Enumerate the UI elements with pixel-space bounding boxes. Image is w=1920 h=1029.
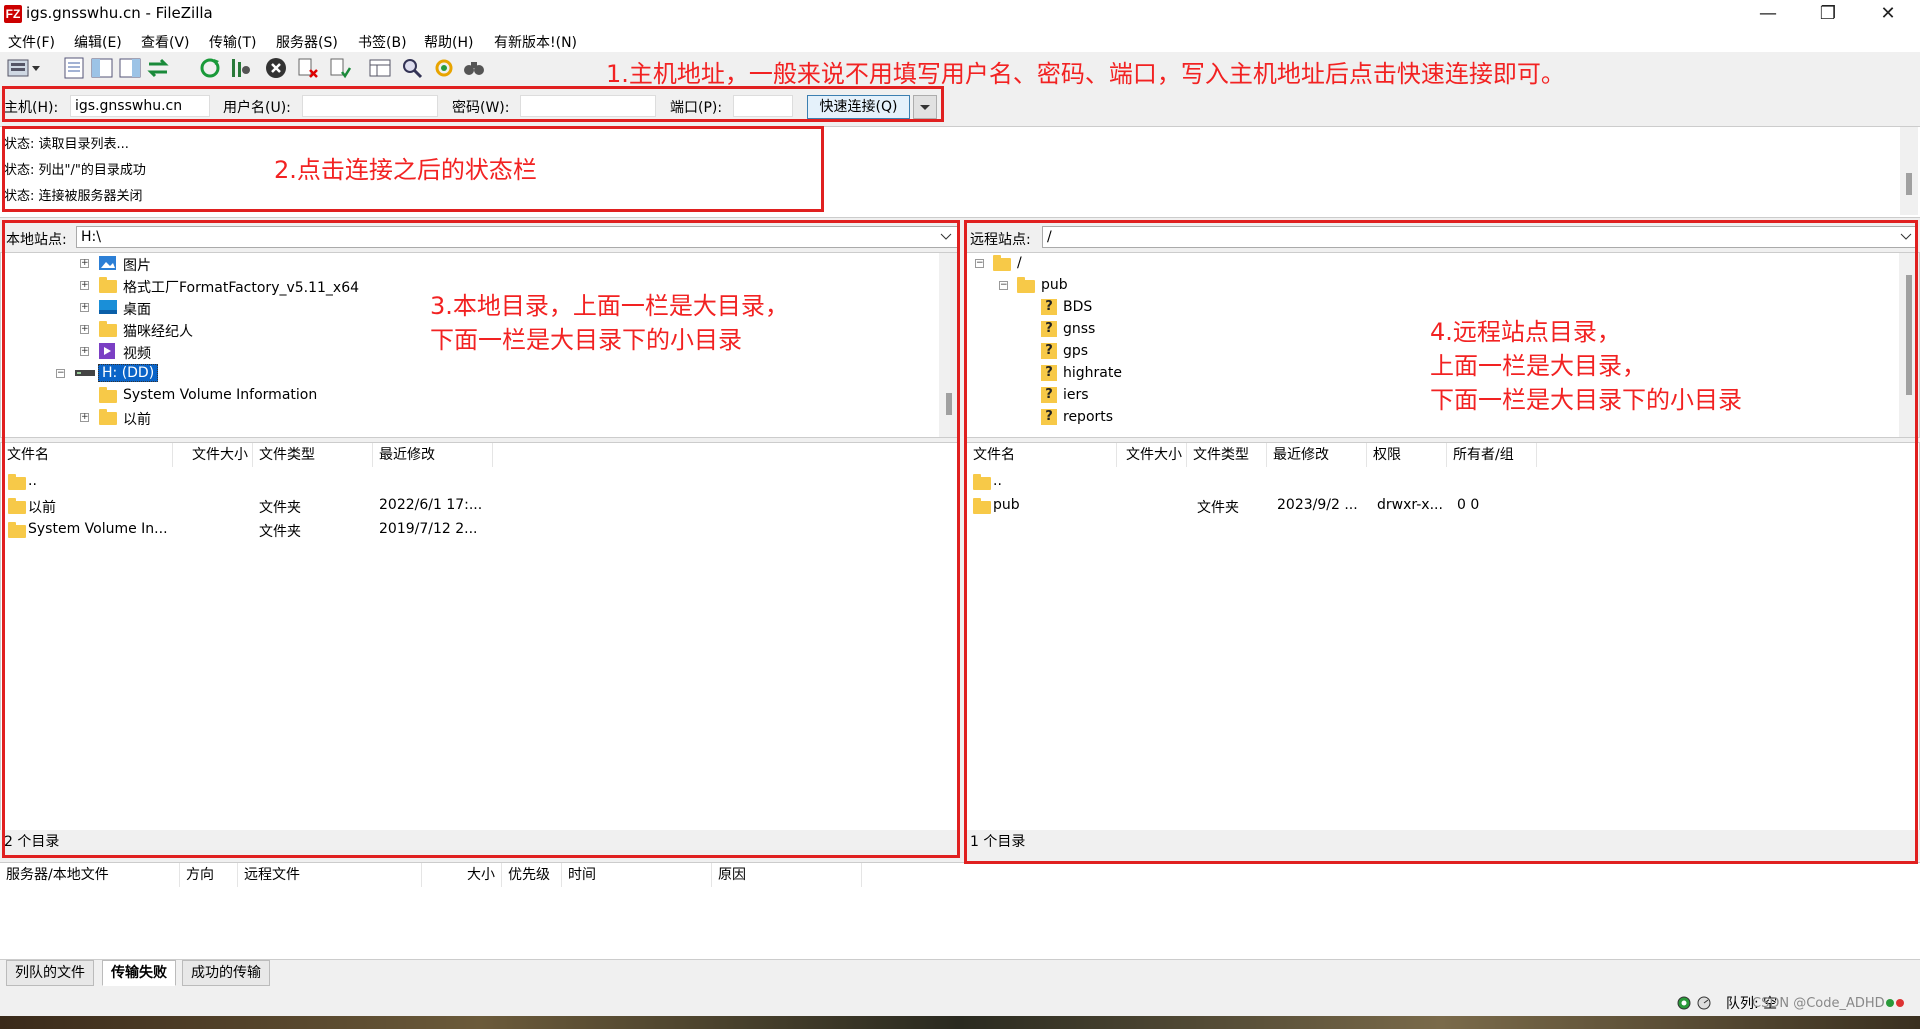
menu-new-version[interactable]: 有新版本!(N)	[494, 32, 577, 52]
col-time[interactable]: 时间	[562, 863, 712, 887]
menu-transfer[interactable]: 传输(T)	[209, 32, 256, 52]
gear-icon[interactable]	[1676, 995, 1692, 1011]
cancel-operation-icon[interactable]	[264, 56, 288, 80]
filezilla-app-icon: FZ	[4, 5, 22, 23]
annotation-2: 2.点击连接之后的状态栏	[274, 156, 537, 184]
col-size[interactable]: 大小	[422, 863, 502, 887]
toggle-queue-icon[interactable]	[146, 56, 170, 80]
annotation-4-line2: 上面一栏是大目录，	[1430, 352, 1646, 380]
process-queue-icon[interactable]	[228, 56, 252, 80]
maximize-button[interactable]: ❐	[1800, 0, 1856, 28]
menu-help[interactable]: 帮助(H)	[424, 32, 473, 52]
menu-bookmarks[interactable]: 书签(B)	[358, 32, 407, 52]
menu-file[interactable]: 文件(F)	[8, 32, 55, 52]
annotation-4-line3: 下面一栏是大目录下的小目录	[1430, 386, 1742, 414]
window-title: igs.gnsswhu.cn - FileZilla	[26, 4, 213, 22]
tab-queued-files[interactable]: 列队的文件	[6, 960, 94, 986]
close-button[interactable]: ✕	[1860, 0, 1916, 28]
log-scrollbar[interactable]	[1900, 127, 1918, 215]
desktop-strip	[0, 1016, 1920, 1029]
title-bar: FZ igs.gnsswhu.cn - FileZilla — ❐ ✕	[0, 0, 1920, 28]
col-reason[interactable]: 原因	[712, 863, 862, 887]
col-direction[interactable]: 方向	[180, 863, 238, 887]
site-manager-icon[interactable]	[6, 56, 42, 80]
directory-listing-filter-icon[interactable]	[368, 56, 392, 80]
refresh-icon[interactable]	[198, 56, 222, 80]
menu-view[interactable]: 查看(V)	[141, 32, 190, 52]
tab-failed-transfers[interactable]: 传输失败	[102, 960, 176, 986]
toggle-local-tree-icon[interactable]	[90, 56, 114, 80]
menu-edit[interactable]: 编辑(E)	[74, 32, 122, 52]
watermark: CSDN @Code_ADHD	[1752, 996, 1885, 1011]
annotation-4-line1: 4.远程站点目录，	[1430, 318, 1621, 346]
speed-limit-icon[interactable]	[1696, 995, 1712, 1011]
menu-bar: 文件(F) 编辑(E) 查看(V) 传输(T) 服务器(S) 书签(B) 帮助(…	[0, 28, 1920, 52]
minimize-button[interactable]: —	[1740, 0, 1796, 28]
annotation-3-line2: 下面一栏是大目录下的小目录	[430, 326, 742, 354]
col-priority[interactable]: 优先级	[502, 863, 562, 887]
status-bar: 队列: 空 CSDN @Code_ADHD	[0, 990, 1920, 1016]
sync-browsing-icon[interactable]	[432, 56, 456, 80]
annotation-1: 1.主机地址，一般来说不用填写用户名、密码、端口，写入主机地址后点击快速连接即可…	[606, 60, 1565, 88]
log-scroll-thumb[interactable]	[1906, 173, 1912, 195]
search-icon[interactable]	[462, 56, 486, 80]
menu-server[interactable]: 服务器(S)	[276, 32, 338, 52]
disconnect-icon[interactable]	[296, 56, 320, 80]
reconnect-icon[interactable]	[328, 56, 352, 80]
annotation-3-line1: 3.本地目录，上面一栏是大目录，	[430, 292, 789, 320]
tab-successful-transfers[interactable]: 成功的传输	[182, 960, 270, 986]
annotation-box-quickconnect	[2, 86, 944, 122]
col-remote-file[interactable]: 远程文件	[238, 863, 422, 887]
transfer-indicator-icon	[1886, 999, 1904, 1007]
toggle-remote-tree-icon[interactable]	[118, 56, 142, 80]
dir-compare-icon[interactable]	[400, 56, 424, 80]
toggle-log-icon[interactable]	[62, 56, 86, 80]
transfer-queue: 服务器/本地文件 方向 远程文件 大小 优先级 时间 原因	[0, 862, 1920, 960]
col-server-local-file[interactable]: 服务器/本地文件	[0, 863, 180, 887]
